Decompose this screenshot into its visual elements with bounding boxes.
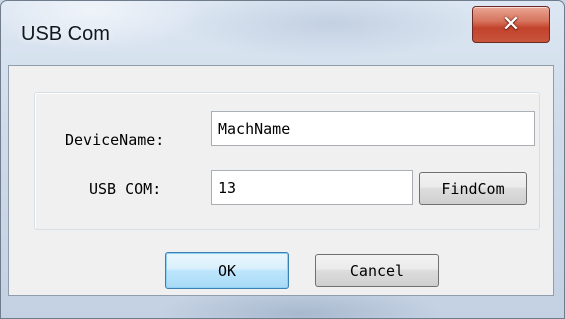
usb-com-input[interactable]: 13: [211, 170, 413, 205]
window-title: USB Com: [21, 23, 110, 45]
ok-button[interactable]: OK: [165, 252, 289, 289]
device-name-input[interactable]: MachName: [211, 111, 535, 146]
usb-com-label: USB COM:: [89, 180, 162, 198]
device-name-label: DeviceName:: [65, 131, 165, 149]
dialog-window: USB Com ✕ DeviceName: MachName USB COM: …: [0, 0, 565, 319]
find-com-button[interactable]: FindCom: [419, 172, 527, 205]
close-icon: ✕: [501, 11, 521, 37]
dialog-client-area: DeviceName: MachName USB COM: 13 FindCom…: [8, 65, 554, 296]
cancel-button[interactable]: Cancel: [315, 254, 439, 287]
close-button[interactable]: ✕: [472, 6, 550, 43]
title-bar[interactable]: USB Com ✕: [1, 1, 564, 65]
